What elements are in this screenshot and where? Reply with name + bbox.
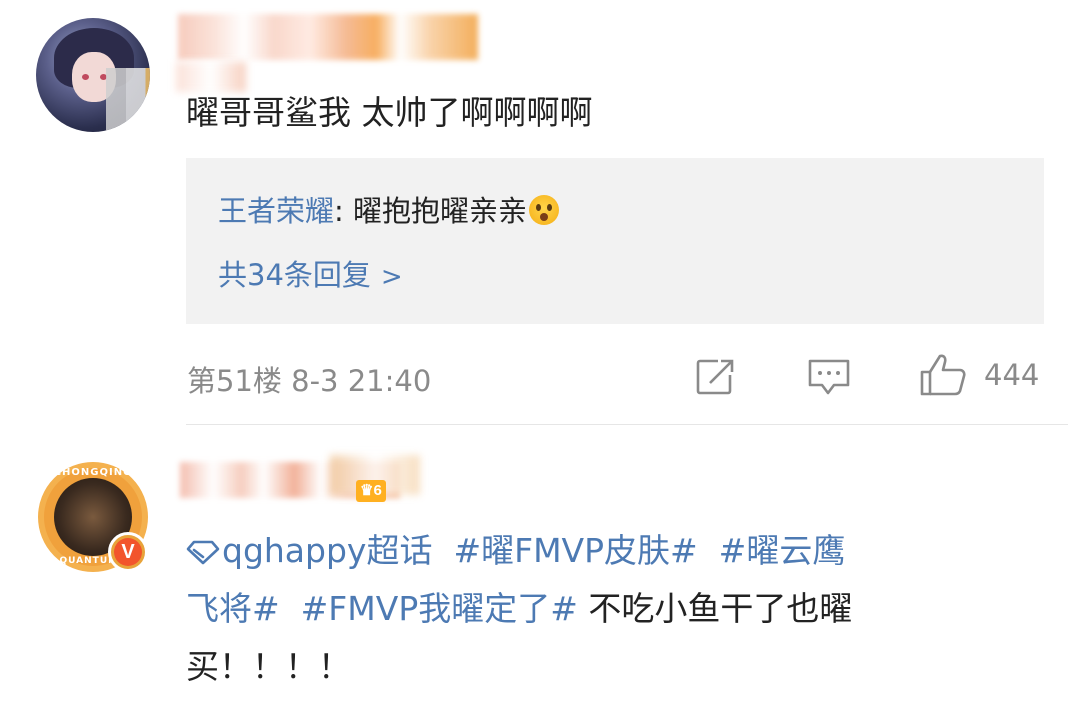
hashtag-part: #曜云鹰 [718, 531, 846, 570]
comment-body-text: 买！！！！ [186, 647, 351, 686]
comment-text: qghappy超话 #曜FMVP皮肤# #曜云鹰飞将# #FMVP我曜定了# 不… [186, 522, 1016, 696]
reply-text: 曜抱抱曜亲亲 [353, 194, 528, 228]
share-icon[interactable] [694, 357, 736, 397]
reply-username[interactable]: 王者荣耀 [218, 194, 334, 228]
hashtag-part: 飞将# [186, 589, 280, 628]
view-replies-link[interactable]: 共34条回复 > [218, 252, 403, 294]
avatar-ring-text-top: CHONGQING [53, 467, 133, 478]
comment-body-text: 不吃小鱼干了也曜 [588, 589, 853, 628]
super-topic-link[interactable]: qghappy超话 [186, 531, 432, 570]
reply-preview-box[interactable] [186, 158, 1044, 324]
reply-separator: : [334, 194, 354, 228]
hashtag-link[interactable]: #FMVP我曜定了# [301, 589, 578, 628]
diamond-icon [186, 540, 220, 565]
verified-badge-icon: V [108, 532, 148, 572]
crown-icon: ♛ [360, 482, 374, 499]
fan-level-number: 6 [373, 482, 382, 499]
comment-icon[interactable] [806, 357, 852, 397]
verified-badge-letter: V [114, 538, 142, 566]
like-count[interactable]: 444 [984, 358, 1039, 392]
chevron-right-icon: > [380, 262, 403, 292]
commenter-avatar[interactable] [36, 18, 150, 132]
reply-preview-line[interactable]: 王者荣耀: 曜抱抱曜亲亲 [218, 188, 560, 230]
super-topic-label: qghappy超话 [222, 531, 433, 570]
commenter-username-blurred[interactable] [178, 14, 478, 60]
comment-text: 曜哥哥鲨我 太帅了啊啊啊啊 [186, 93, 593, 132]
floor-and-timestamp: 第51楼 8-3 21:40 [187, 364, 432, 398]
like-thumb-icon[interactable] [918, 352, 968, 398]
fan-level-badge: ♛6 [356, 480, 386, 502]
surprised-emoji-icon [529, 195, 560, 225]
comment-divider [186, 424, 1068, 425]
reply-count-label: 共34条回复 [218, 258, 371, 292]
hashtag-link[interactable]: #曜FMVP皮肤# [453, 531, 697, 570]
